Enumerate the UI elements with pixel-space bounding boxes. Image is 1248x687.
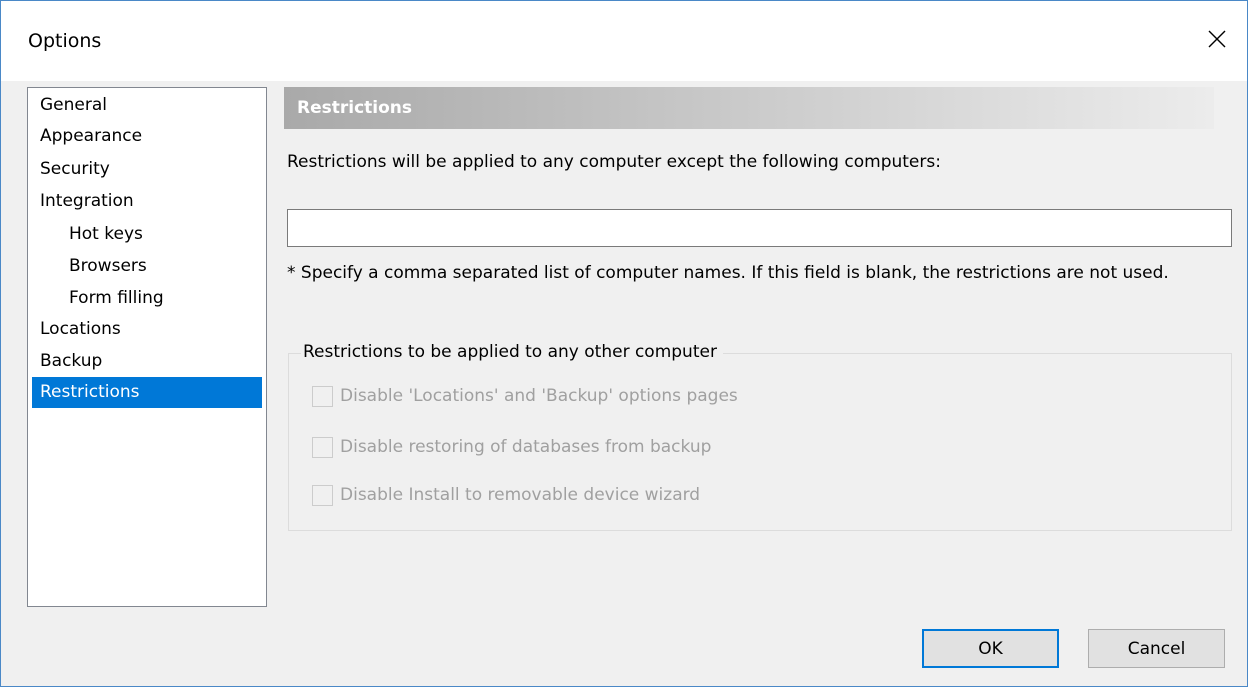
computers-hint: * Specify a comma separated list of comp… (287, 263, 1169, 283)
nav-item-integration[interactable]: Integration (32, 186, 262, 217)
disable-restore-option[interactable]: Disable restoring of databases from back… (312, 435, 711, 459)
checkbox-label: Disable 'Locations' and 'Backup' options… (340, 386, 738, 406)
title-bar: Options (1, 1, 1247, 81)
window-title: Options (28, 30, 102, 52)
disable-restore-checkbox[interactable] (312, 436, 333, 458)
nav-item-general[interactable]: General (32, 90, 262, 121)
checkbox-label: Disable Install to removable device wiza… (340, 485, 701, 505)
groupbox-legend: Restrictions to be applied to any other … (301, 342, 723, 362)
ok-button[interactable]: OK (922, 629, 1059, 668)
disable-locations-backup-checkbox[interactable] (312, 385, 333, 407)
disable-install-wizard-option[interactable]: Disable Install to removable device wiza… (312, 483, 700, 507)
restrictions-description: Restrictions will be applied to any comp… (287, 152, 941, 172)
nav-item-appearance[interactable]: Appearance (32, 121, 262, 152)
nav-item-locations[interactable]: Locations (32, 314, 262, 345)
options-dialog: Options General Appearance Security Inte… (0, 0, 1248, 687)
disable-install-wizard-checkbox[interactable] (312, 484, 333, 506)
options-category-list[interactable]: General Appearance Security Integration … (27, 87, 267, 607)
excepted-computers-input[interactable] (287, 209, 1232, 247)
nav-item-security[interactable]: Security (32, 154, 262, 185)
section-header: Restrictions (284, 87, 1214, 129)
nav-item-hot-keys[interactable]: Hot keys (32, 219, 262, 250)
close-button[interactable] (1187, 9, 1247, 69)
close-icon (1208, 30, 1226, 48)
nav-item-form-filling[interactable]: Form filling (32, 283, 262, 314)
nav-item-backup[interactable]: Backup (32, 346, 262, 377)
nav-item-browsers[interactable]: Browsers (32, 251, 262, 282)
checkbox-label: Disable restoring of databases from back… (340, 437, 712, 457)
cancel-button[interactable]: Cancel (1088, 629, 1225, 668)
nav-item-restrictions[interactable]: Restrictions (32, 377, 262, 408)
disable-locations-backup-option[interactable]: Disable 'Locations' and 'Backup' options… (312, 384, 738, 408)
